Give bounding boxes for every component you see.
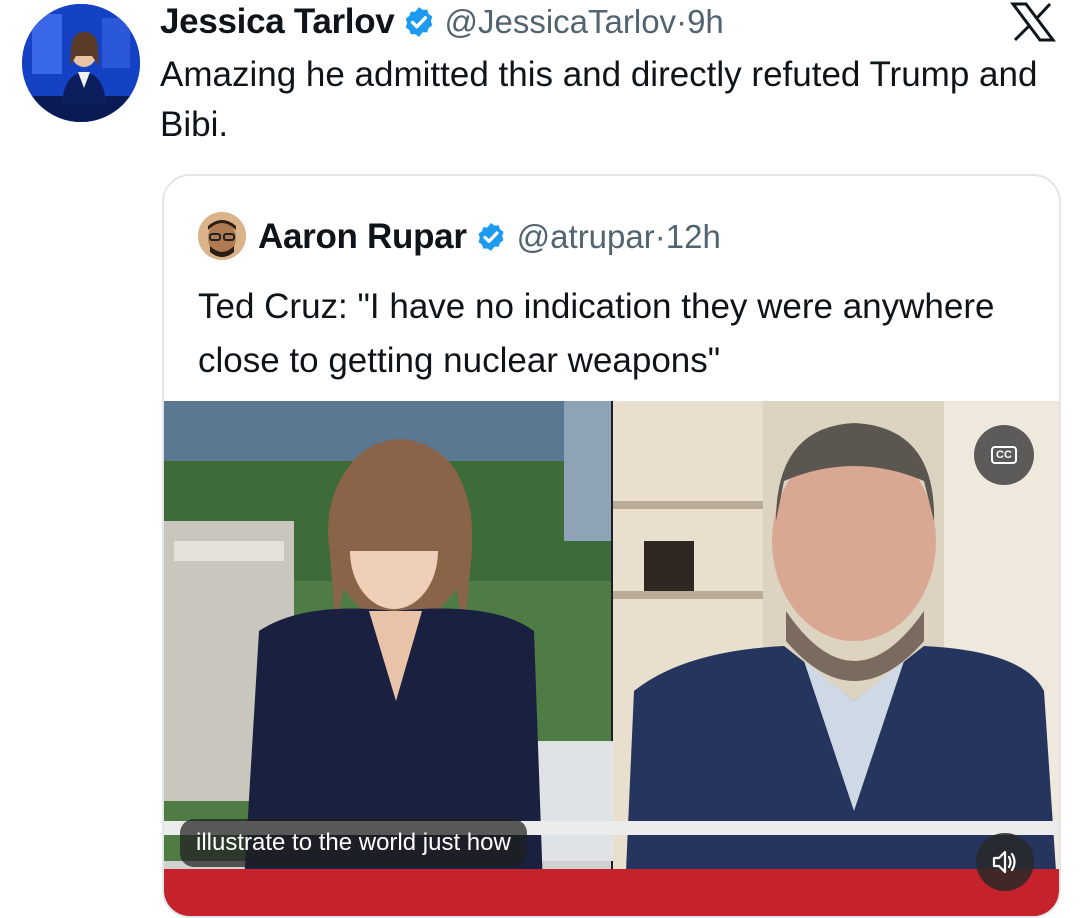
tweet-time[interactable]: 9h <box>687 3 724 41</box>
cc-icon: CC <box>991 446 1017 464</box>
verified-badge-icon <box>478 223 504 251</box>
meta-separator: · <box>676 3 688 40</box>
author-avatar[interactable] <box>22 4 140 122</box>
verified-badge-icon <box>406 7 433 37</box>
avatar-image <box>22 4 140 122</box>
author-handle[interactable]: @JessicaTarlov <box>444 3 676 41</box>
quoted-avatar-image <box>198 212 246 260</box>
closed-captions-button[interactable]: CC <box>974 425 1034 485</box>
quoted-meta-separator: · <box>654 218 666 255</box>
video-caption: illustrate to the world just how <box>180 819 527 867</box>
author-name[interactable]: Jessica Tarlov <box>160 2 395 42</box>
mute-button[interactable] <box>976 833 1034 891</box>
tweet-header: Jessica Tarlov @JessicaTarlov · 9h <box>160 0 724 44</box>
quoted-author-handle[interactable]: @atrupar <box>517 218 655 256</box>
quoted-author-avatar[interactable] <box>198 212 246 260</box>
quoted-tweet-text: Ted Cruz: "I have no indication they wer… <box>198 287 995 380</box>
speaker-icon <box>992 850 1016 874</box>
quoted-tweet-card[interactable]: Aaron Rupar @atrupar · 12h Ted Cruz: "I … <box>162 174 1061 918</box>
tweet-text: Amazing he admitted this and directly re… <box>160 55 1038 144</box>
x-logo-icon[interactable] <box>1010 2 1056 42</box>
quoted-tweet-time[interactable]: 12h <box>666 218 721 256</box>
quoted-tweet-header: Aaron Rupar @atrupar · 12h <box>258 212 721 262</box>
quoted-author-name[interactable]: Aaron Rupar <box>258 217 467 257</box>
video-player[interactable]: CC illustrate to the world just how <box>164 401 1059 916</box>
